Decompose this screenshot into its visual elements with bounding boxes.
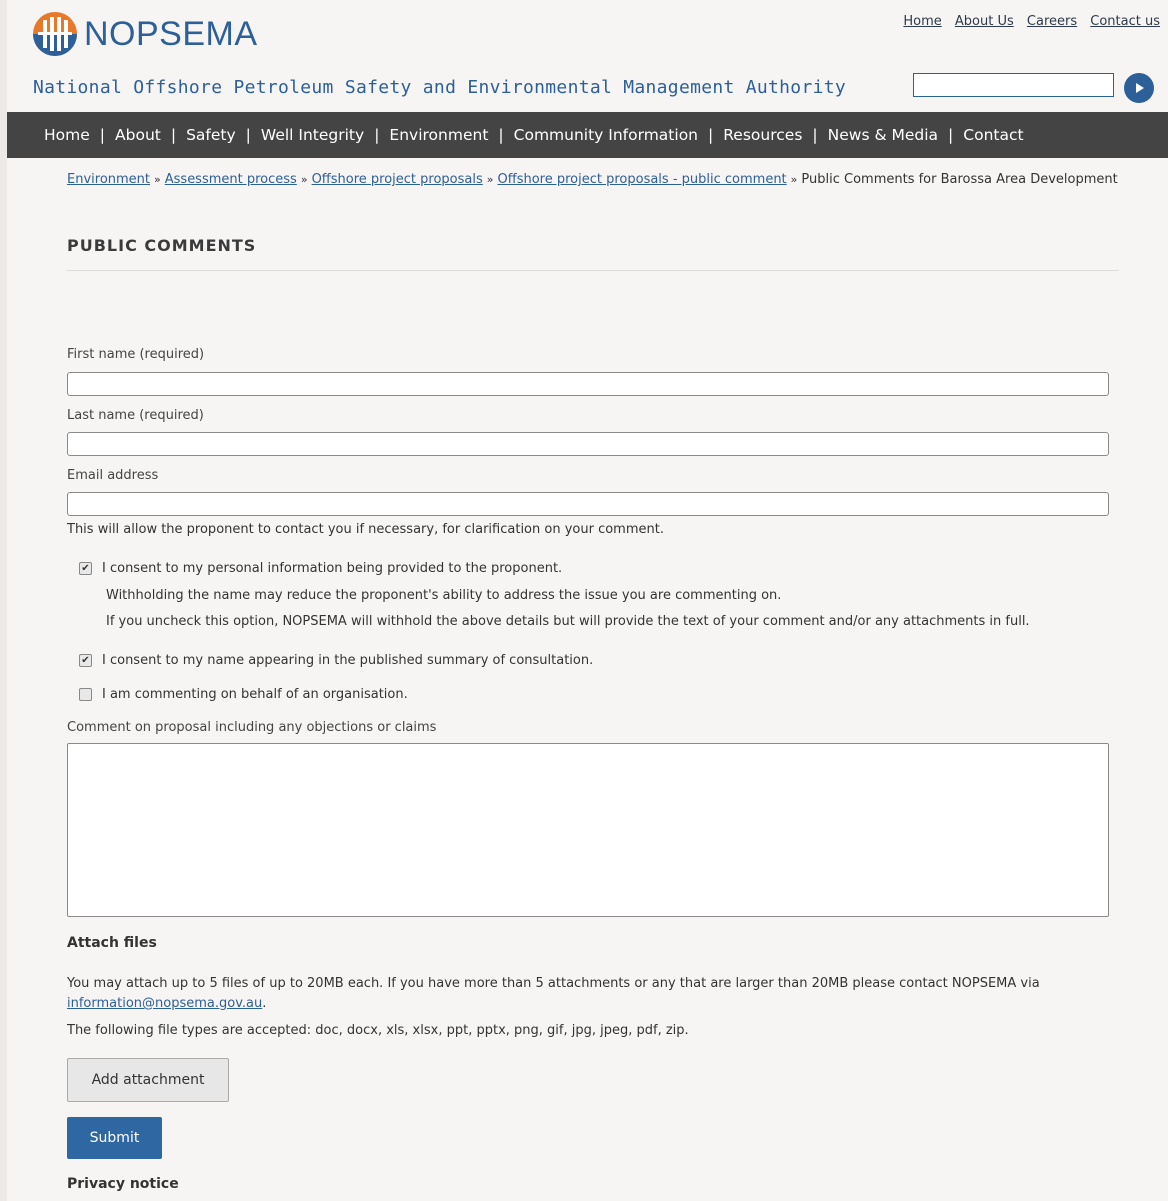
nav-community-information[interactable]: Community Information: [514, 126, 698, 144]
consent-note-uncheck: If you uncheck this option, NOPSEMA will…: [106, 614, 1030, 629]
attach-instructions: You may attach up to 5 files of up to 20…: [67, 976, 1040, 1011]
breadcrumb-public-comment[interactable]: Offshore project proposals - public comm…: [498, 172, 787, 187]
email-label: Email address: [67, 468, 159, 483]
email-field[interactable]: [67, 492, 1109, 516]
breadcrumb-offshore-project-proposals[interactable]: Offshore project proposals: [312, 172, 483, 187]
consent-info-checkbox[interactable]: ✔: [79, 562, 92, 575]
main-content: Environment» Assessment process» Offshore …: [67, 170, 1119, 1192]
add-attachment-button[interactable]: Add attachment: [67, 1058, 229, 1102]
nav-separator: |: [812, 126, 818, 144]
breadcrumb-assessment-process[interactable]: Assessment process: [165, 172, 297, 187]
submit-button[interactable]: Submit: [67, 1117, 162, 1159]
top-link-careers[interactable]: Careers: [1027, 14, 1077, 29]
nav-well-integrity[interactable]: Well Integrity: [261, 126, 364, 144]
title-divider: [67, 270, 1119, 271]
site-logo[interactable]: NOPSEMA: [32, 11, 258, 57]
privacy-notice-heading: Privacy notice: [67, 1176, 179, 1192]
nav-separator: |: [498, 126, 504, 144]
information-email-link[interactable]: information@nopsema.gov.au: [67, 996, 262, 1011]
nav-separator: |: [948, 126, 954, 144]
main-navigation: Home | About | Safety | Well Integrity |…: [7, 112, 1168, 158]
top-link-about-us[interactable]: About Us: [955, 14, 1014, 29]
nav-about[interactable]: About: [115, 126, 161, 144]
brand-name: NOPSEMA: [84, 15, 258, 53]
consent-info-option[interactable]: ✔ I consent to my personal information b…: [79, 561, 562, 576]
nav-home[interactable]: Home: [44, 126, 90, 144]
nopsema-logo-icon: [33, 12, 77, 56]
comment-textarea[interactable]: [67, 743, 1109, 917]
top-link-contact-us[interactable]: Contact us: [1090, 14, 1160, 29]
attach-instructions-text: You may attach up to 5 files of up to 20…: [67, 976, 1040, 991]
breadcrumb-current: Public Comments for Barossa Area Develop…: [801, 172, 1118, 187]
email-help-text: This will allow the proponent to contact…: [67, 522, 664, 537]
search-input[interactable]: [913, 73, 1114, 97]
nav-separator: |: [708, 126, 714, 144]
organisation-checkbox[interactable]: [79, 688, 92, 701]
nav-safety[interactable]: Safety: [186, 126, 236, 144]
top-link-home[interactable]: Home: [903, 14, 941, 29]
nav-separator: |: [170, 126, 177, 144]
nav-resources[interactable]: Resources: [723, 126, 802, 144]
page: NOPSEMA Home About Us Careers Contact us…: [7, 0, 1168, 1201]
search-button[interactable]: [1124, 73, 1154, 103]
breadcrumb: Environment» Assessment process» Offshore …: [67, 172, 1118, 187]
last-name-label: Last name (required): [67, 408, 204, 423]
page-title: PUBLIC COMMENTS: [67, 236, 257, 255]
utility-links: Home About Us Careers Contact us: [894, 14, 1160, 29]
consent-name-checkbox[interactable]: ✔: [79, 654, 92, 667]
consent-name-option[interactable]: ✔ I consent to my name appearing in the …: [79, 653, 593, 668]
nav-separator: |: [374, 126, 380, 144]
consent-info-label: I consent to my personal information bei…: [102, 561, 563, 576]
play-arrow-icon: [1136, 83, 1144, 93]
comment-label: Comment on proposal including any object…: [67, 720, 437, 735]
breadcrumb-environment[interactable]: Environment: [67, 172, 150, 187]
attach-files-heading: Attach files: [67, 935, 157, 951]
first-name-field[interactable]: [67, 372, 1109, 396]
nav-separator: |: [99, 126, 106, 144]
nav-news-media[interactable]: News & Media: [828, 126, 938, 144]
nav-contact[interactable]: Contact: [963, 126, 1023, 144]
nav-environment[interactable]: Environment: [389, 126, 488, 144]
accepted-file-types: The following file types are accepted: d…: [67, 1023, 689, 1038]
organisation-label: I am commenting on behalf of an organisa…: [102, 687, 408, 702]
first-name-label: First name (required): [67, 347, 205, 362]
consent-name-label: I consent to my name appearing in the pu…: [102, 653, 594, 668]
organisation-option[interactable]: I am commenting on behalf of an organisa…: [79, 687, 408, 702]
last-name-field[interactable]: [67, 432, 1109, 456]
site-tagline: National Offshore Petroleum Safety and E…: [33, 77, 846, 98]
consent-note-withholding: Withholding the name may reduce the prop…: [106, 588, 782, 603]
nav-separator: |: [245, 126, 251, 144]
